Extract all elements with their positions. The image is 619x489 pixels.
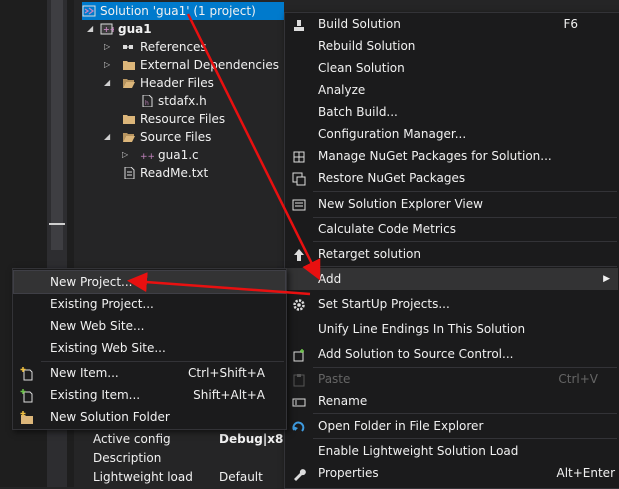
solution-icon (82, 4, 96, 17)
svg-text:h: h (145, 100, 149, 107)
build-icon (292, 17, 306, 31)
submenu-arrow-icon: ▶ (603, 274, 610, 284)
existing-item-icon (20, 388, 34, 403)
menu-item-configuration-manager[interactable]: Configuration Manager... (286, 123, 618, 145)
menu-item-set-startup-projects[interactable]: Set StartUp Projects... (286, 293, 618, 315)
menu-item-paste[interactable]: Paste Ctrl+V (286, 368, 618, 390)
menu-separator (313, 413, 617, 414)
tree-item-gua1-c[interactable]: ++ gua1.c (140, 146, 199, 164)
menu-item-restore-nuget[interactable]: Restore NuGet Packages (286, 167, 618, 189)
menu-item-existing-item[interactable]: Existing Item... Shift+Alt+A (14, 384, 285, 406)
tree-item-project[interactable]: ++ gua1 (100, 20, 152, 38)
folder-open-icon (122, 76, 136, 88)
text-file-icon (122, 166, 136, 180)
property-value: Default (219, 470, 263, 484)
header-file-icon: h (140, 94, 154, 108)
arrow-up-icon (292, 247, 306, 261)
menu-item-analyze[interactable]: Analyze (286, 79, 618, 101)
menu-item-add-to-source-control[interactable]: Add Solution to Source Control... (286, 343, 618, 365)
menu-item-retarget-solution[interactable]: Retarget solution (286, 243, 618, 265)
nuget-icon (292, 149, 306, 163)
svg-text:++: ++ (140, 152, 154, 161)
menu-item-manage-nuget[interactable]: Manage NuGet Packages for Solution... (286, 145, 618, 167)
tree-item-label: ReadMe.txt (140, 166, 209, 180)
tree-item-source-files[interactable]: Source Files (122, 128, 211, 146)
menu-separator (313, 438, 617, 439)
property-key: Active config (93, 432, 171, 446)
menu-item-existing-web-site[interactable]: Existing Web Site... (14, 337, 285, 359)
tree-item-readme[interactable]: ReadMe.txt (122, 164, 208, 182)
property-key: Lightweight load (93, 470, 193, 484)
tree-item-resource-files[interactable]: Resource Files (122, 110, 225, 128)
new-view-icon (292, 197, 306, 211)
folder-icon (122, 58, 136, 70)
tree-item-label: gua1 (118, 22, 152, 36)
menu-item-existing-project[interactable]: Existing Project... (14, 293, 285, 315)
paste-icon (292, 372, 306, 387)
menu-item-calculate-code-metrics[interactable]: Calculate Code Metrics (286, 218, 618, 240)
c-file-icon: ++ (140, 148, 155, 162)
collapse-triangle-icon[interactable]: ◢ (104, 74, 110, 92)
menu-item-batch-build[interactable]: Batch Build... (286, 101, 618, 123)
property-row[interactable]: Active config Debug|x86 (87, 430, 292, 449)
solution-context-menu: Build Solution F6 Rebuild Solution Clean… (284, 12, 619, 489)
menu-separator (313, 241, 617, 242)
tree-item-stdafx-h[interactable]: h stdafx.h (140, 92, 207, 110)
property-row[interactable]: Lightweight load Default (87, 468, 287, 487)
menu-item-new-web-site[interactable]: New Web Site... (14, 315, 285, 337)
references-icon (122, 40, 136, 52)
collapse-triangle-icon[interactable]: ◢ (87, 20, 93, 38)
expand-triangle-icon[interactable]: ▷ (104, 56, 110, 74)
tree-item-solution[interactable]: Solution 'gua1' (1 project) (82, 2, 284, 20)
folder-icon (122, 112, 136, 124)
menu-item-unify-line-endings[interactable]: Unify Line Endings In This Solution (286, 318, 618, 340)
tree-item-label: External Dependencies (140, 58, 280, 72)
menu-item-new-project[interactable]: New Project... (13, 270, 286, 294)
tree-item-label: Header Files (140, 76, 214, 90)
add-submenu: New Project... Existing Project... New W… (12, 268, 287, 430)
tree-item-external-dependencies[interactable]: External Dependencies (122, 56, 279, 74)
property-row[interactable]: Description (87, 449, 287, 468)
property-key: Description (93, 451, 162, 465)
property-value: Debug|x86 (219, 432, 292, 446)
restore-icon (292, 171, 306, 186)
menu-item-build-solution[interactable]: Build Solution F6 (286, 13, 618, 35)
rename-icon (292, 394, 306, 408)
menu-item-enable-lightweight-load[interactable]: Enable Lightweight Solution Load (286, 440, 618, 462)
tree-item-label: Solution 'gua1' (1 project) (100, 4, 256, 18)
expand-triangle-icon[interactable]: ▷ (122, 146, 128, 164)
expand-triangle-icon[interactable]: ▷ (104, 38, 110, 56)
menu-item-new-solution-explorer-view[interactable]: New Solution Explorer View (286, 193, 618, 215)
folder-open-icon (122, 130, 136, 142)
menu-item-new-item[interactable]: New Item... Ctrl+Shift+A (14, 362, 285, 384)
menu-item-clean-solution[interactable]: Clean Solution (286, 57, 618, 79)
menu-separator (313, 191, 617, 192)
tree-item-label: gua1.c (158, 148, 199, 162)
project-icon: ++ (100, 22, 116, 35)
menu-item-new-solution-folder[interactable]: New Solution Folder (14, 406, 285, 428)
gear-icon (292, 297, 306, 311)
wrench-icon (292, 466, 306, 481)
tree-item-label: Resource Files (140, 112, 226, 126)
scrollbar-thumb[interactable] (51, 0, 63, 250)
new-folder-icon (20, 410, 34, 424)
tree-item-references[interactable]: References (122, 38, 207, 56)
menu-item-open-folder[interactable]: Open Folder in File Explorer (286, 415, 618, 437)
tree-item-label: Source Files (140, 130, 212, 144)
menu-item-properties[interactable]: Properties Alt+Enter (286, 462, 618, 484)
tree-item-label: stdafx.h (158, 94, 207, 108)
tree-item-label: References (140, 40, 207, 54)
menu-item-add[interactable]: Add ▶ (286, 268, 618, 290)
scrollbar-marker (49, 223, 65, 225)
properties-panel: Active config Debug|x86 Description Ligh… (74, 430, 292, 487)
source-control-icon (292, 347, 306, 362)
open-folder-icon (292, 419, 306, 433)
menu-item-rebuild-solution[interactable]: Rebuild Solution (286, 35, 618, 57)
svg-text:++: ++ (103, 25, 114, 34)
new-item-icon (20, 366, 34, 381)
menu-separator (313, 266, 617, 267)
collapse-triangle-icon[interactable]: ◢ (104, 128, 110, 146)
menu-item-rename[interactable]: Rename (286, 390, 618, 412)
tree-item-header-files[interactable]: Header Files (122, 74, 214, 92)
